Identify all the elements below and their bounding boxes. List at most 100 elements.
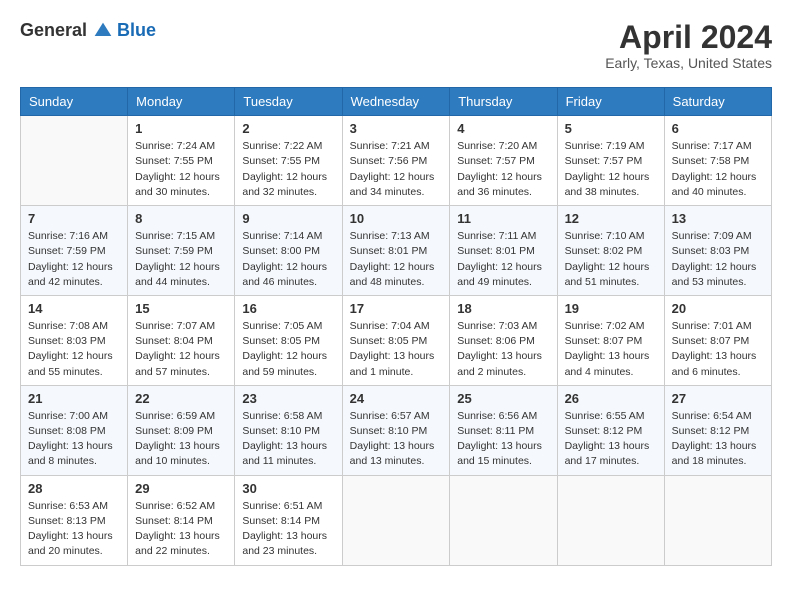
col-header-monday: Monday <box>128 88 235 116</box>
calendar-cell <box>664 475 771 565</box>
calendar-cell: 18 Sunrise: 7:03 AMSunset: 8:06 PMDayligh… <box>450 295 557 385</box>
calendar-cell: 5Sunrise: 7:19 AMSunset: 7:57 PMDaylight… <box>557 116 664 206</box>
location: Early, Texas, United States <box>605 55 772 71</box>
calendar-cell: 15Sunrise: 7:07 AMSunset: 8:04 PMDayligh… <box>128 295 235 385</box>
col-header-sunday: Sunday <box>21 88 128 116</box>
calendar-cell: 28 Sunrise: 6:53 AMSunset: 8:13 PMDayligh… <box>21 475 128 565</box>
day-info: Sunrise: 7:20 AMSunset: 7:57 PMDaylight:… <box>457 139 549 200</box>
calendar-header-row: SundayMondayTuesdayWednesdayThursdayFrid… <box>21 88 772 116</box>
day-number: 23 <box>242 391 334 406</box>
week-row-1: 1 Sunrise: 7:24 AMSunset: 7:55 PMDaylight… <box>21 116 772 206</box>
calendar-cell: 30 Sunrise: 6:51 AMSunset: 8:14 PMDayligh… <box>235 475 342 565</box>
day-number: 20 <box>672 301 764 316</box>
day-number: 6 <box>672 121 764 136</box>
day-number: 24 <box>350 391 443 406</box>
calendar-cell: 2Sunrise: 7:22 AMSunset: 7:55 PMDaylight… <box>235 116 342 206</box>
day-info: Sunrise: 7:22 AMSunset: 7:55 PMDaylight:… <box>242 139 334 200</box>
calendar-cell <box>450 475 557 565</box>
day-info: Sunrise: 7:11 AMSunset: 8:01 PMDaylight:… <box>457 229 549 290</box>
day-number: 9 <box>242 211 334 226</box>
day-info: Sunrise: 7:14 AMSunset: 8:00 PMDaylight:… <box>242 229 334 290</box>
calendar-cell: 22 Sunrise: 6:59 AMSunset: 8:09 PMDayligh… <box>128 385 235 475</box>
day-info: Sunrise: 6:57 AMSunset: 8:10 PMDaylight:… <box>350 409 443 470</box>
logo-icon <box>93 21 113 41</box>
month-title: April 2024 <box>605 20 772 55</box>
day-number: 10 <box>350 211 443 226</box>
day-info: Sunrise: 7:00 AMSunset: 8:08 PMDaylight:… <box>28 409 120 470</box>
col-header-thursday: Thursday <box>450 88 557 116</box>
day-number: 11 <box>457 211 549 226</box>
calendar-cell: 25Sunrise: 6:56 AMSunset: 8:11 PMDayligh… <box>450 385 557 475</box>
calendar-cell: 24 Sunrise: 6:57 AMSunset: 8:10 PMDayligh… <box>342 385 450 475</box>
calendar-cell <box>557 475 664 565</box>
day-info: Sunrise: 7:03 AMSunset: 8:06 PMDaylight:… <box>457 319 549 380</box>
day-info: Sunrise: 7:16 AMSunset: 7:59 PMDaylight:… <box>28 229 120 290</box>
day-number: 29 <box>135 481 227 496</box>
day-info: Sunrise: 7:17 AMSunset: 7:58 PMDaylight:… <box>672 139 764 200</box>
day-number: 13 <box>672 211 764 226</box>
calendar-cell: 21 Sunrise: 7:00 AMSunset: 8:08 PMDayligh… <box>21 385 128 475</box>
calendar-cell: 6 Sunrise: 7:17 AMSunset: 7:58 PMDaylight… <box>664 116 771 206</box>
day-number: 5 <box>565 121 657 136</box>
day-number: 14 <box>28 301 120 316</box>
day-info: Sunrise: 7:21 AMSunset: 7:56 PMDaylight:… <box>350 139 443 200</box>
day-number: 12 <box>565 211 657 226</box>
page-header: General Blue April 2024 Early, Texas, Un… <box>20 20 772 71</box>
col-header-tuesday: Tuesday <box>235 88 342 116</box>
day-number: 7 <box>28 211 120 226</box>
col-header-friday: Friday <box>557 88 664 116</box>
day-number: 19 <box>565 301 657 316</box>
day-number: 3 <box>350 121 443 136</box>
day-info: Sunrise: 7:10 AMSunset: 8:02 PMDaylight:… <box>565 229 657 290</box>
calendar-cell: 8Sunrise: 7:15 AMSunset: 7:59 PMDaylight… <box>128 206 235 296</box>
week-row-5: 28 Sunrise: 6:53 AMSunset: 8:13 PMDayligh… <box>21 475 772 565</box>
day-number: 16 <box>242 301 334 316</box>
day-info: Sunrise: 7:04 AMSunset: 8:05 PMDaylight:… <box>350 319 443 380</box>
calendar-cell: 19 Sunrise: 7:02 AMSunset: 8:07 PMDayligh… <box>557 295 664 385</box>
day-number: 27 <box>672 391 764 406</box>
day-number: 1 <box>135 121 227 136</box>
day-info: Sunrise: 6:59 AMSunset: 8:09 PMDaylight:… <box>135 409 227 470</box>
calendar-cell: 16 Sunrise: 7:05 AMSunset: 8:05 PMDayligh… <box>235 295 342 385</box>
calendar-cell: 17Sunrise: 7:04 AMSunset: 8:05 PMDayligh… <box>342 295 450 385</box>
day-info: Sunrise: 6:55 AMSunset: 8:12 PMDaylight:… <box>565 409 657 470</box>
day-info: Sunrise: 6:53 AMSunset: 8:13 PMDaylight:… <box>28 499 120 560</box>
logo-text-blue: Blue <box>117 20 156 41</box>
calendar-cell <box>21 116 128 206</box>
logo: General Blue <box>20 20 156 41</box>
week-row-3: 14 Sunrise: 7:08 AMSunset: 8:03 PMDayligh… <box>21 295 772 385</box>
day-info: Sunrise: 7:24 AMSunset: 7:55 PMDaylight:… <box>135 139 227 200</box>
week-row-4: 21 Sunrise: 7:00 AMSunset: 8:08 PMDayligh… <box>21 385 772 475</box>
week-row-2: 7 Sunrise: 7:16 AMSunset: 7:59 PMDaylight… <box>21 206 772 296</box>
logo-text-general: General <box>20 20 87 41</box>
day-number: 4 <box>457 121 549 136</box>
calendar-cell: 9 Sunrise: 7:14 AMSunset: 8:00 PMDaylight… <box>235 206 342 296</box>
day-info: Sunrise: 6:54 AMSunset: 8:12 PMDaylight:… <box>672 409 764 470</box>
day-number: 30 <box>242 481 334 496</box>
day-number: 22 <box>135 391 227 406</box>
col-header-wednesday: Wednesday <box>342 88 450 116</box>
calendar-cell: 11 Sunrise: 7:11 AMSunset: 8:01 PMDayligh… <box>450 206 557 296</box>
day-number: 28 <box>28 481 120 496</box>
calendar-cell: 14 Sunrise: 7:08 AMSunset: 8:03 PMDayligh… <box>21 295 128 385</box>
day-info: Sunrise: 7:08 AMSunset: 8:03 PMDaylight:… <box>28 319 120 380</box>
day-number: 18 <box>457 301 549 316</box>
calendar-cell: 3 Sunrise: 7:21 AMSunset: 7:56 PMDaylight… <box>342 116 450 206</box>
day-number: 21 <box>28 391 120 406</box>
day-info: Sunrise: 7:02 AMSunset: 8:07 PMDaylight:… <box>565 319 657 380</box>
calendar-cell: 10 Sunrise: 7:13 AMSunset: 8:01 PMDayligh… <box>342 206 450 296</box>
calendar-cell: 26Sunrise: 6:55 AMSunset: 8:12 PMDayligh… <box>557 385 664 475</box>
day-info: Sunrise: 6:51 AMSunset: 8:14 PMDaylight:… <box>242 499 334 560</box>
calendar-cell: 20 Sunrise: 7:01 AMSunset: 8:07 PMDayligh… <box>664 295 771 385</box>
day-info: Sunrise: 7:01 AMSunset: 8:07 PMDaylight:… <box>672 319 764 380</box>
day-info: Sunrise: 7:13 AMSunset: 8:01 PMDaylight:… <box>350 229 443 290</box>
calendar-cell: 13Sunrise: 7:09 AMSunset: 8:03 PMDayligh… <box>664 206 771 296</box>
day-info: Sunrise: 7:05 AMSunset: 8:05 PMDaylight:… <box>242 319 334 380</box>
calendar-table: SundayMondayTuesdayWednesdayThursdayFrid… <box>20 87 772 565</box>
calendar-cell <box>342 475 450 565</box>
calendar-cell: 4 Sunrise: 7:20 AMSunset: 7:57 PMDaylight… <box>450 116 557 206</box>
day-info: Sunrise: 6:56 AMSunset: 8:11 PMDaylight:… <box>457 409 549 470</box>
day-number: 15 <box>135 301 227 316</box>
day-info: Sunrise: 6:52 AMSunset: 8:14 PMDaylight:… <box>135 499 227 560</box>
day-info: Sunrise: 6:58 AMSunset: 8:10 PMDaylight:… <box>242 409 334 470</box>
